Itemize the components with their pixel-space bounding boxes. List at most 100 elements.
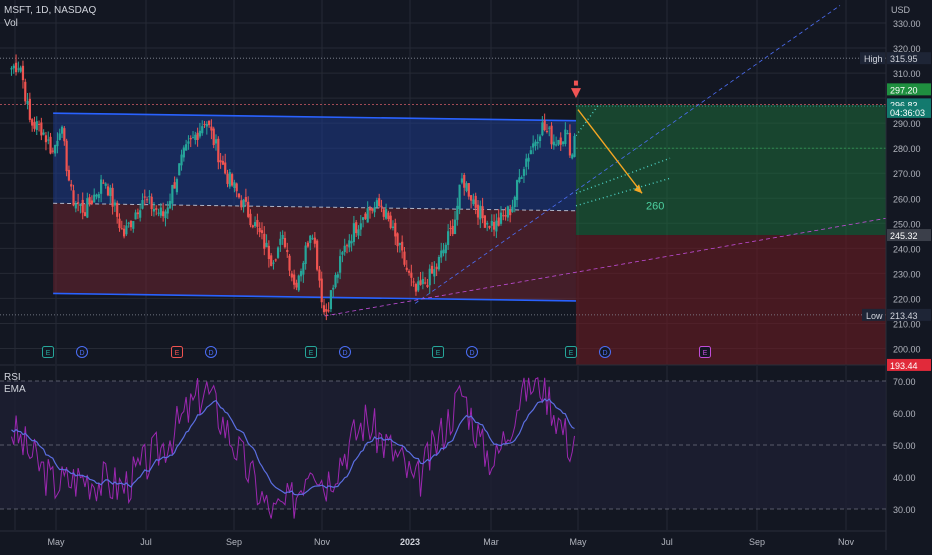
candle [366,208,369,223]
countdown-label: 04:36:03 [890,108,925,118]
candle [492,222,496,230]
rsi-tick-label: 30.00 [893,505,916,515]
candle [499,212,503,224]
candle [214,139,218,144]
candle [509,209,512,216]
price-tick-label: 210.00 [893,319,921,329]
price-tick-label: 260.00 [893,194,921,204]
candle [58,133,61,140]
candle [120,228,123,230]
candle [74,203,77,209]
candle [54,145,57,154]
candle [247,201,250,217]
candle [224,162,227,174]
candle [458,184,461,210]
candle [398,243,401,245]
candle [281,234,284,239]
candle [26,101,29,104]
candle [217,138,220,163]
candle [37,123,41,125]
dividend-marker-letter: D [342,350,347,357]
time-tick-label: Nov [838,537,855,547]
candle [226,173,229,184]
candle [465,183,468,191]
candle [486,222,489,225]
time-tick-label: May [569,537,587,547]
candle [573,136,576,157]
candle [31,119,34,126]
candle [182,147,185,158]
price-tick-label: 230.00 [893,269,921,279]
candle [345,245,349,247]
candle [566,133,569,135]
time-tick-label: Nov [314,537,331,547]
candle [272,262,275,264]
earnings-marker-letter: E [175,350,180,357]
candle [81,199,84,213]
candle [72,190,75,206]
candle [40,122,43,136]
candle [350,241,353,244]
candle [378,198,381,207]
candle [116,202,119,217]
candle [545,130,549,132]
candle [435,266,438,270]
price-tick-label: 280.00 [893,144,921,154]
candle [279,238,282,245]
candle [210,126,213,131]
candle [407,270,411,273]
candle [309,235,312,244]
candle [357,229,360,236]
candle [219,160,222,163]
candle [93,194,96,203]
profit-zone [575,105,886,236]
candle [470,195,473,201]
candle [221,160,225,165]
candle [24,81,27,102]
low-tag: Low [866,311,883,321]
candle [341,252,344,255]
candle [424,282,427,284]
candle [329,290,333,310]
candle [561,141,565,145]
candle [474,195,477,208]
candle [483,215,486,228]
candle [86,198,89,218]
candle [552,141,555,146]
candle [401,241,404,251]
candle [56,140,59,147]
candle [171,184,174,204]
chart-stage[interactable]: 260 E D E D E D E D E D E USD 330.00 320.00 310.00 290.0… [0,0,932,550]
candle [47,139,50,141]
candle [375,200,378,208]
candle [102,182,105,184]
candle [155,208,158,210]
time-tick-label: Sep [226,537,242,547]
candle [249,213,252,226]
candle [302,262,305,275]
candle [447,231,450,245]
earnings-marker-letter: E [46,350,51,357]
chart-canvas[interactable]: 260E D E D E D E D E D EUSD330.00320.00310.00290.0… [0,0,932,550]
candle [520,177,523,179]
bottom-level-label: 193.44 [890,361,918,371]
candle [444,244,447,254]
candle [440,250,443,258]
candle [113,202,116,206]
candle [242,199,245,208]
candle [463,174,466,188]
candle [191,137,195,139]
signal-arrow-stem [573,80,578,86]
candle [166,207,169,214]
candle [437,256,441,270]
candle [283,238,287,248]
candle [536,141,539,144]
candle [299,270,303,277]
rsi-title: RSI [4,372,21,383]
candle [334,274,337,288]
candle [559,137,562,145]
candle [405,267,408,270]
candle [325,308,328,312]
candle [311,238,314,240]
candle [348,240,351,248]
